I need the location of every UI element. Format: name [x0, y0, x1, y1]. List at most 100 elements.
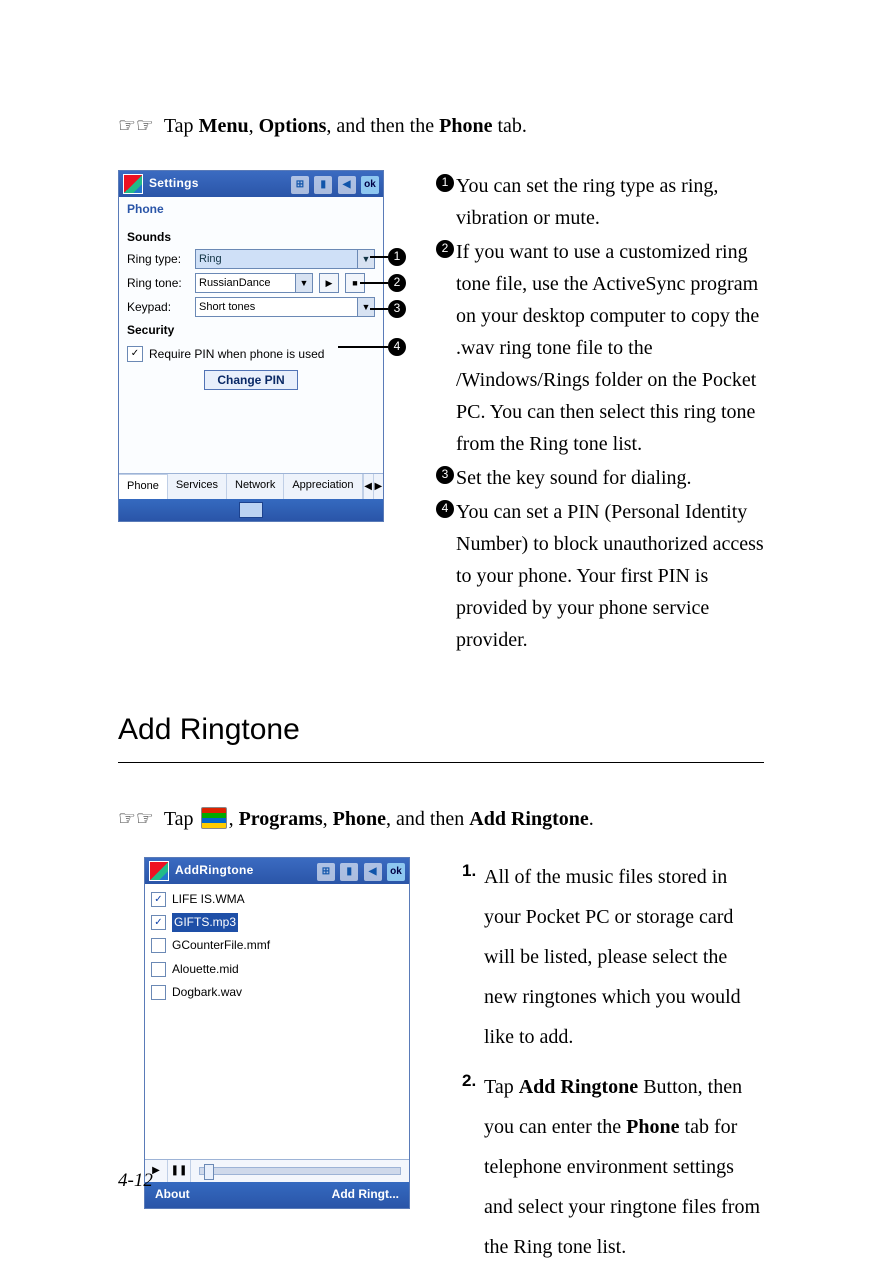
- ring-type-value: Ring: [199, 251, 222, 269]
- t: Tap: [164, 115, 199, 137]
- file-name: Dogbark.wav: [172, 983, 242, 1002]
- instruction-1: ☞☞ Tap Menu, Options, and then the Phone…: [118, 110, 764, 142]
- status-icon: ⊞: [317, 863, 335, 881]
- tap-icon: ☞☞: [118, 110, 154, 142]
- pause-icon[interactable]: ❚❚: [168, 1160, 191, 1182]
- t: ,: [249, 115, 259, 137]
- ring-type-label: Ring type:: [127, 250, 189, 269]
- tab-phone[interactable]: Phone: [119, 474, 168, 499]
- t: Tap: [164, 808, 199, 830]
- softkey-right[interactable]: Add Ringt...: [332, 1185, 399, 1204]
- t: Tap: [484, 1076, 519, 1098]
- tab-network[interactable]: Network: [227, 474, 284, 499]
- windows-start-icon: [201, 807, 227, 829]
- bullet-4: 4: [436, 500, 454, 518]
- t: Programs: [239, 808, 323, 830]
- softkey-bar: About Add Ringt...: [145, 1182, 409, 1208]
- file-checkbox[interactable]: [151, 962, 166, 977]
- start-flag-icon[interactable]: [123, 174, 143, 194]
- keypad-dropdown[interactable]: Short tones ▼: [195, 297, 375, 317]
- t: Phone: [439, 115, 492, 137]
- callout-2-num: 2: [388, 274, 406, 292]
- status-icons: ⊞ ▮ ◀ ok: [289, 174, 379, 194]
- start-flag-icon[interactable]: [149, 861, 169, 881]
- ok-button[interactable]: ok: [361, 176, 379, 194]
- file-checkbox[interactable]: [151, 985, 166, 1000]
- chevron-down-icon[interactable]: ▼: [295, 274, 312, 292]
- step-2-text: Tap Add Ringtone Button, then you can en…: [484, 1067, 764, 1267]
- window-title: Settings: [149, 174, 289, 193]
- screenshot-addringtone-wrap: AddRingtone ⊞ ▮ ◀ ok ✓ LIFE IS.WMA ✓ GIFTS…: [144, 857, 410, 1209]
- ring-tone-dropdown[interactable]: RussianDance ▼: [195, 273, 313, 293]
- row-ring-tone: Ring tone: RussianDance ▼ ▶ ■: [121, 271, 381, 295]
- t: ,: [323, 808, 333, 830]
- callout-3-num: 3: [388, 300, 406, 318]
- softkey-left[interactable]: About: [155, 1185, 190, 1204]
- play-button[interactable]: ▶: [319, 273, 339, 293]
- list-item[interactable]: ✓ GIFTS.mp3: [151, 911, 403, 934]
- file-checkbox[interactable]: ✓: [151, 892, 166, 907]
- keypad-label: Keypad:: [127, 298, 189, 317]
- step-1-text: All of the music files stored in your Po…: [484, 857, 764, 1057]
- tap-icon: ☞☞: [118, 803, 154, 835]
- list-item[interactable]: ✓ LIFE IS.WMA: [151, 888, 403, 911]
- require-pin-checkbox[interactable]: ✓: [127, 346, 143, 362]
- list-item[interactable]: Alouette.mid: [151, 958, 403, 981]
- file-checkbox[interactable]: ✓: [151, 915, 166, 930]
- bottom-tabs: Phone Services Network Appreciation ◀ ▶: [119, 473, 383, 499]
- description-list: 1You can set the ring type as ring, vibr…: [436, 170, 764, 658]
- callout-4-num: 4: [388, 338, 406, 356]
- section-sounds: Sounds: [121, 226, 381, 247]
- list-item[interactable]: GCounterFile.mmf: [151, 934, 403, 957]
- callout-2: 2: [360, 274, 406, 292]
- ring-type-dropdown[interactable]: Ring ▼: [195, 249, 375, 269]
- instruction-2: ☞☞ Tap , Programs, Phone, and then Add R…: [118, 803, 764, 835]
- callout-3: 3: [370, 300, 406, 318]
- step-2-num: 2.: [462, 1067, 484, 1094]
- window-title: AddRingtone: [175, 861, 315, 880]
- callout-1: 1: [370, 248, 406, 266]
- desc-4: You can set a PIN (Personal Identity Num…: [456, 496, 764, 656]
- status-icons: ⊞ ▮ ◀ ok: [315, 861, 405, 881]
- step-1: 1. All of the music files stored in your…: [462, 857, 764, 1057]
- file-list: ✓ LIFE IS.WMA ✓ GIFTS.mp3 GCounterFile.mmf…: [145, 884, 409, 1159]
- instruction-1-text: Tap Menu, Options, and then the Phone ta…: [164, 110, 527, 142]
- titlebar: Settings ⊞ ▮ ◀ ok: [119, 171, 383, 197]
- player-bar: ▶ ❚❚: [145, 1159, 409, 1182]
- seek-slider[interactable]: [199, 1167, 401, 1175]
- change-pin-button[interactable]: Change PIN: [204, 370, 297, 390]
- instruction-2-text: Tap , Programs, Phone, and then Add Ring…: [164, 803, 594, 835]
- signal-icon: ▮: [340, 863, 358, 881]
- tab-scroll-left[interactable]: ◀: [363, 474, 373, 499]
- ring-tone-value: RussianDance: [199, 275, 271, 293]
- t: Options: [259, 115, 327, 137]
- bullet-2: 2: [436, 240, 454, 258]
- file-checkbox[interactable]: [151, 938, 166, 953]
- page-number: 4-12: [118, 1166, 153, 1196]
- status-icon: ⊞: [291, 176, 309, 194]
- file-name: LIFE IS.WMA: [172, 890, 245, 909]
- volume-icon: ◀: [338, 176, 356, 194]
- file-name: Alouette.mid: [172, 960, 239, 979]
- bullet-1: 1: [436, 174, 454, 192]
- signal-icon: ▮: [314, 176, 332, 194]
- volume-icon: ◀: [364, 863, 382, 881]
- t: Menu: [199, 115, 249, 137]
- file-name: GIFTS.mp3: [172, 913, 238, 932]
- ok-button[interactable]: ok: [387, 863, 405, 881]
- slider-thumb[interactable]: [204, 1164, 214, 1180]
- t: , and then the: [326, 115, 439, 137]
- t: tab.: [492, 115, 526, 137]
- t: ,: [229, 808, 239, 830]
- keyboard-icon[interactable]: [239, 502, 263, 518]
- screenshot-addringtone: AddRingtone ⊞ ▮ ◀ ok ✓ LIFE IS.WMA ✓ GIFTS…: [144, 857, 410, 1209]
- list-item[interactable]: Dogbark.wav: [151, 981, 403, 1004]
- tab-scroll-right[interactable]: ▶: [373, 474, 383, 499]
- desc-2: If you want to use a customized ring ton…: [456, 236, 764, 460]
- heading-add-ringtone: Add Ringtone: [118, 706, 764, 763]
- tab-services[interactable]: Services: [168, 474, 227, 499]
- tab-appreciation[interactable]: Appreciation: [284, 474, 362, 499]
- desc-3: Set the key sound for dialing.: [456, 462, 764, 494]
- desc-1: You can set the ring type as ring, vibra…: [456, 170, 764, 234]
- callout-4: 4: [338, 338, 406, 356]
